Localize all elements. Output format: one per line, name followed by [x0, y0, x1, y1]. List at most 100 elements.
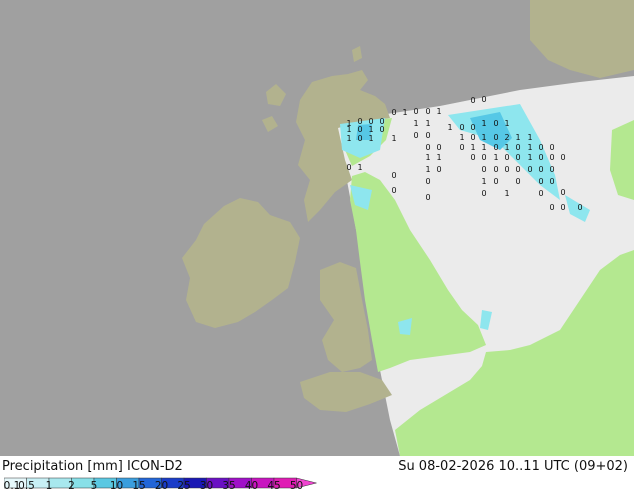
rain-value-label: 1: [425, 165, 430, 174]
rain-value-label: 0: [436, 143, 441, 152]
rain-value-label: 1: [391, 134, 396, 143]
rain-value-label: 0: [549, 153, 554, 162]
rain-value-label: 1: [481, 133, 486, 142]
scale-tick-label: 40: [244, 480, 259, 492]
rain-value-label: 1: [346, 125, 351, 134]
scale-tick-label: 30: [199, 480, 214, 492]
rain-value-label: 0: [515, 177, 520, 186]
rain-value-label: 0: [538, 165, 543, 174]
rain-value-label: 0: [470, 133, 475, 142]
scale-tick-label: 20: [154, 480, 169, 492]
scale-tick-label: 10: [109, 480, 124, 492]
scale-tick-label: 5: [90, 480, 98, 492]
footer: Precipitation [mm] ICON-D2 Su 08-02-2026…: [0, 456, 634, 492]
rain-value-label: 0: [425, 193, 430, 202]
scale-tick-label: 45: [267, 480, 281, 492]
rain-value-label: 1: [481, 143, 486, 152]
rain-value-label: 0: [549, 177, 554, 186]
rain-value-label: 1: [346, 134, 351, 143]
rain-value-label: 0: [538, 177, 543, 186]
rain-value-label: 1: [515, 133, 520, 142]
rain-value-label: 1: [504, 143, 509, 152]
rain-value-label: 0: [577, 203, 582, 212]
rain-value-label: 0: [493, 177, 498, 186]
scale-tick-label: 15: [132, 480, 146, 492]
scale-tick-label: 35: [222, 480, 236, 492]
rain-value-label: 1: [425, 153, 430, 162]
rain-value-label: 0: [357, 125, 362, 134]
rain-value-label: 0: [391, 108, 396, 117]
rain-value-label: 0: [481, 95, 486, 104]
rain-value-label: 0: [493, 165, 498, 174]
rain-value-label: 0: [470, 96, 475, 105]
rain-value-label: 0: [560, 203, 565, 212]
scale-tick-label: 2: [68, 480, 75, 492]
rain-value-label: 0: [515, 143, 520, 152]
rain-value-label: 1: [504, 189, 509, 198]
rain-value-label: 0: [391, 171, 396, 180]
color-scale-legend: [3, 474, 334, 490]
rain-value-label: 0: [515, 165, 520, 174]
rain-value-label: 0: [527, 165, 532, 174]
rain-value-label: 1: [436, 153, 441, 162]
rain-value-label: 1: [402, 108, 407, 117]
rain-value-label: 0: [538, 143, 543, 152]
scale-tick-label: 25: [177, 480, 191, 492]
precipitation-map: 1000010010010101110010110110010102110001…: [0, 0, 634, 456]
rain-value-label: 0: [560, 153, 565, 162]
rain-value-label: 0: [425, 131, 430, 140]
rain-value-label: 0: [493, 143, 498, 152]
rain-value-label: 0: [481, 153, 486, 162]
scale-tick-label: 1: [45, 480, 53, 492]
rain-value-label: 0: [560, 188, 565, 197]
rain-value-label: 0: [470, 153, 475, 162]
rain-value-label: 1: [459, 133, 464, 142]
rain-value-label: 1: [368, 134, 373, 143]
rain-value-label: 0: [515, 153, 520, 162]
rain-value-label: 1: [368, 125, 373, 134]
rain-value-label: 1: [357, 163, 362, 172]
rain-value-label: 0: [379, 125, 384, 134]
rain-value-label: 0: [425, 177, 430, 186]
rain-value-label: 1: [481, 177, 486, 186]
rain-value-label: 0: [481, 189, 486, 198]
rain-value-label: 0: [549, 203, 554, 212]
valid-time: Su 08-02-2026 10..11 UTC (09+02): [398, 459, 628, 474]
rain-value-label: 1: [504, 119, 509, 128]
rain-value-label: 0: [459, 143, 464, 152]
rain-value-label: 0: [481, 165, 486, 174]
rain-value-label: 1: [493, 153, 498, 162]
rain-value-label: 0: [493, 119, 498, 128]
scale-tick-label: 0.5: [18, 480, 35, 492]
rain-value-label: 1: [425, 119, 430, 128]
rain-value-label: 1: [481, 119, 486, 128]
rain-value-label: 0: [493, 133, 498, 142]
rain-value-label: 0: [538, 153, 543, 162]
rain-value-label: 0: [470, 123, 475, 132]
rain-value-label: 0: [504, 153, 509, 162]
rain-value-label: 1: [470, 143, 475, 152]
rain-value-label: 0: [425, 143, 430, 152]
rain-value-label: 1: [527, 143, 532, 152]
color-scale-bar: [3, 477, 317, 489]
rain-value-label: 0: [425, 107, 430, 116]
rain-value-label: 0: [436, 165, 441, 174]
rain-value-label: 0: [413, 107, 418, 116]
rain-value-label: 0: [549, 143, 554, 152]
rain-value-label: 1: [436, 107, 441, 116]
rain-value-label: 0: [459, 123, 464, 132]
rain-value-label: 1: [527, 133, 532, 142]
rain-value-label: 1: [413, 119, 418, 128]
rain-value-label: 1: [447, 123, 452, 132]
rain-value-label: 0: [538, 189, 543, 198]
rain-value-label: 2: [504, 133, 509, 142]
rain-value-label: 0: [346, 163, 351, 172]
scale-tick-label: 50: [289, 480, 304, 492]
rain-value-label: 0: [391, 186, 396, 195]
rain-value-label: 1: [527, 153, 532, 162]
rain-value-label: 0: [357, 134, 362, 143]
rain-value-label: 0: [549, 165, 554, 174]
rain-value-label: 0: [413, 131, 418, 140]
map-title: Precipitation [mm] ICON-D2: [2, 459, 183, 474]
rain-value-label: 0: [504, 165, 509, 174]
